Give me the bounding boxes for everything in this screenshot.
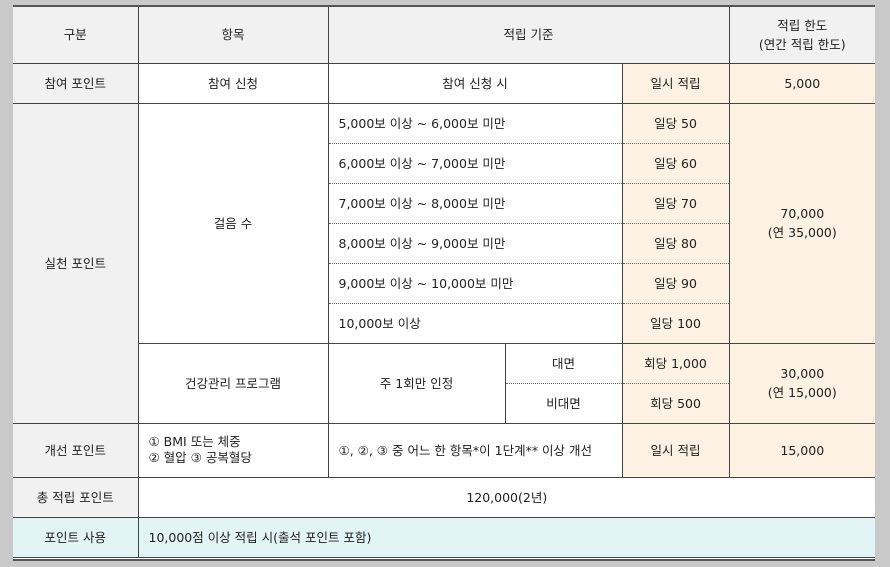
steps-rate: 일당 60 xyxy=(621,142,730,184)
improvement-limit: 15,000 xyxy=(728,422,876,478)
total-value: 120,000(2년) xyxy=(137,476,876,518)
participation-item: 참여 신청 xyxy=(137,62,329,104)
program-item: 건강관리 프로그램 xyxy=(137,342,329,424)
header-category: 구분 xyxy=(13,7,139,64)
points-table: 구분 항목 적립 기준 적립 한도 (연간 적립 한도) 참여 포인트 참여 신… xyxy=(13,7,876,558)
program-criteria: 주 1회만 인정 xyxy=(327,342,506,424)
improvement-category: 개선 포인트 xyxy=(13,422,139,478)
usage-category: 포인트 사용 xyxy=(13,516,139,558)
usage-value: 10,000점 이상 적립 시(출석 포인트 포함) xyxy=(137,516,876,558)
header-item: 항목 xyxy=(137,7,329,64)
participation-criteria: 참여 신청 시 xyxy=(327,62,623,104)
participation-row: 참여 포인트 참여 신청 참여 신청 시 일시 적립 5,000 xyxy=(13,62,876,104)
steps-criteria: 6,000보 이상 ~ 7,000보 미만 xyxy=(327,142,623,184)
points-table-frame: 구분 항목 적립 기준 적립 한도 (연간 적립 한도) 참여 포인트 참여 신… xyxy=(13,5,876,561)
steps-rate: 일당 100 xyxy=(621,302,730,344)
participation-rate: 일시 적립 xyxy=(621,62,730,104)
total-category: 총 적립 포인트 xyxy=(13,476,139,518)
header-limit: 적립 한도 (연간 적립 한도) xyxy=(728,7,876,64)
steps-rate: 일당 50 xyxy=(621,102,730,144)
steps-limit: 70,000 (연 35,000) xyxy=(728,102,876,344)
steps-criteria: 9,000보 이상 ~ 10,000보 미만 xyxy=(327,262,623,304)
program-type: 대면 xyxy=(504,342,623,384)
steps-limit-line1: 70,000 xyxy=(780,206,825,221)
steps-criteria: 10,000보 이상 xyxy=(327,302,623,344)
program-type: 비대면 xyxy=(504,382,623,424)
program-row: 건강관리 프로그램 주 1회만 인정 대면 회당 1,000 30,000 (연… xyxy=(13,342,876,424)
usage-row: 포인트 사용 10,000점 이상 적립 시(출석 포인트 포함) xyxy=(13,516,876,558)
participation-limit: 5,000 xyxy=(728,62,876,104)
steps-criteria: 5,000보 이상 ~ 6,000보 미만 xyxy=(327,102,623,144)
program-limit-line2: (연 15,000) xyxy=(767,385,837,400)
program-rate: 회당 500 xyxy=(621,382,730,424)
improvement-row: 개선 포인트 ① BMI 또는 체중 ② 혈압 ③ 공복혈당 ①, ②, ③ 중… xyxy=(13,422,876,478)
improvement-item: ① BMI 또는 체중 ② 혈압 ③ 공복혈당 xyxy=(137,422,329,478)
steps-criteria: 8,000보 이상 ~ 9,000보 미만 xyxy=(327,222,623,264)
total-row: 총 적립 포인트 120,000(2년) xyxy=(13,476,876,518)
left-margin xyxy=(0,0,13,567)
program-limit: 30,000 (연 15,000) xyxy=(728,342,876,424)
right-margin xyxy=(875,0,890,567)
steps-item: 걸음 수 xyxy=(137,102,329,344)
steps-rate: 일당 90 xyxy=(621,262,730,304)
program-limit-line1: 30,000 xyxy=(780,366,825,381)
header-row: 구분 항목 적립 기준 적립 한도 (연간 적립 한도) xyxy=(13,7,876,64)
steps-row: 실천 포인트 걸음 수 5,000보 이상 ~ 6,000보 미만 일당 50 … xyxy=(13,102,876,424)
program-rate: 회당 1,000 xyxy=(621,342,730,384)
steps-limit-line2: (연 35,000) xyxy=(767,225,837,240)
header-limit-line1: 적립 한도 xyxy=(777,17,828,33)
header-criteria: 적립 기준 xyxy=(327,7,730,64)
improvement-criteria: ①, ②, ③ 중 어느 한 항목*이 1단계** 이상 개선 xyxy=(327,422,623,478)
header-limit-line2: (연간 적립 한도) xyxy=(758,36,846,52)
practice-category: 실천 포인트 xyxy=(13,102,139,424)
improvement-item-line1: ① BMI 또는 체중 xyxy=(148,434,241,449)
participation-category: 참여 포인트 xyxy=(13,62,139,104)
steps-criteria: 7,000보 이상 ~ 8,000보 미만 xyxy=(327,182,623,224)
improvement-item-line2: ② 혈압 ③ 공복혈당 xyxy=(148,450,252,465)
improvement-rate: 일시 적립 xyxy=(621,422,730,478)
steps-rate: 일당 70 xyxy=(621,182,730,224)
steps-rate: 일당 80 xyxy=(621,222,730,264)
